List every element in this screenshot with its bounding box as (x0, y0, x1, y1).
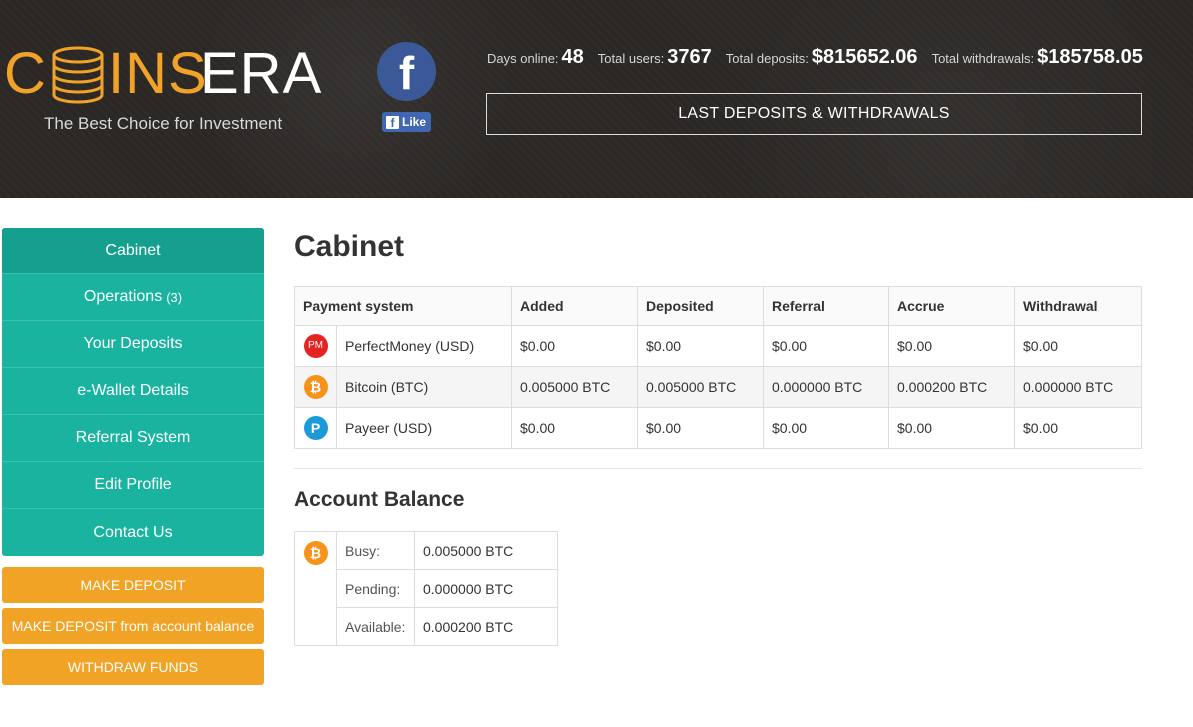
table-row: PM PerfectMoney (USD) $0.00 $0.00 $0.00 … (294, 325, 1142, 367)
last-deposits-withdrawals-button[interactable]: LAST DEPOSITS & WITHDRAWALS (486, 93, 1142, 135)
stat-value: $815652.06 (811, 46, 918, 68)
deposited-value: $0.00 (637, 407, 764, 449)
stat-label: Days online: (487, 51, 559, 66)
referral-value: $0.00 (763, 407, 889, 449)
logo-letter-c: C (4, 41, 47, 106)
sidebar-item-contact-us[interactable]: Contact Us (2, 509, 264, 556)
deposited-value: 0.005000 BTC (637, 366, 764, 408)
stat-value: $185758.05 (1037, 46, 1143, 68)
column-header-accrue: Accrue (888, 286, 1015, 326)
stat-label: Total users: (597, 51, 665, 66)
payeer-icon: P (303, 416, 328, 440)
facebook-icon[interactable]: f (377, 42, 436, 101)
stat-label: Total withdrawals: (931, 51, 1035, 66)
balance-icon-cell: ₿ (294, 531, 337, 646)
facebook-like-button[interactable]: f Like (382, 112, 431, 132)
sidebar-item-label: Operations (83, 288, 163, 305)
site-tagline: The Best Choice for Investment (44, 114, 283, 133)
referral-value: 0.000000 BTC (763, 366, 889, 408)
facebook-logo-icon: f (386, 115, 399, 130)
bitcoin-icon: ₿ (303, 541, 328, 565)
column-header-deposited: Deposited (637, 286, 764, 326)
accrue-value: 0.000200 BTC (888, 366, 1015, 408)
sidebar-item-label: Edit Profile (94, 476, 172, 493)
sidebar-item-label: e-Wallet Details (77, 382, 189, 399)
pending-label: Pending: (336, 569, 415, 608)
payment-icon-cell: ₿ (294, 366, 337, 408)
sidebar-item-label: Contact Us (93, 523, 173, 541)
account-balance-title: Account Balance (294, 488, 465, 511)
stat-label: Total deposits: (725, 51, 809, 66)
withdrawal-value: $0.00 (1014, 325, 1142, 367)
referral-value: $0.00 (763, 325, 889, 367)
stat-total-withdrawals: Total withdrawals: $185758.05 (932, 46, 1143, 69)
payment-icon-cell: PM (294, 325, 337, 367)
coinsera-logo[interactable]: C INS ERA (4, 41, 321, 106)
accrue-value: $0.00 (888, 325, 1015, 367)
stat-value: 3767 (667, 46, 712, 68)
site-header: C INS ERA The Best Choice for Investment… (0, 0, 1193, 198)
sidebar-item-label: Cabinet (105, 241, 161, 259)
sidebar-item-label: Your Deposits (83, 335, 183, 352)
operations-count-badge: (3) (166, 289, 183, 305)
payment-system-name: Bitcoin (BTC) (336, 366, 512, 408)
stat-days-online: Days online: 48 (487, 46, 584, 69)
table-row: ₿ Bitcoin (BTC) 0.005000 BTC 0.005000 BT… (294, 366, 1142, 408)
stat-value: 48 (561, 46, 584, 68)
sidebar-item-edit-profile[interactable]: Edit Profile (2, 462, 264, 509)
make-deposit-from-balance-button[interactable]: MAKE DEPOSIT from account balance (2, 608, 264, 644)
table-header-row: Payment system Added Deposited Referral … (294, 286, 1142, 326)
sidebar-item-cabinet[interactable]: Cabinet (2, 228, 264, 274)
sidebar: Cabinet Operations (3) Your Deposits e-W… (2, 228, 264, 685)
accrue-value: $0.00 (888, 407, 1015, 449)
balance-row-busy: ₿ Busy: 0.005000 BTC (294, 531, 558, 646)
like-label: Like (402, 115, 427, 129)
stat-total-deposits: Total deposits: $815652.06 (726, 46, 918, 69)
coin-stack-icon (52, 46, 104, 104)
added-value: $0.00 (511, 325, 638, 367)
available-label: Available: (336, 607, 415, 646)
busy-label: Busy: (336, 531, 415, 570)
site-stats: Days online: 48 Total users: 3767 Total … (487, 46, 1143, 69)
pending-value: 0.000000 BTC (414, 569, 558, 608)
sidebar-item-operations[interactable]: Operations (3) (2, 274, 264, 321)
page-title: Cabinet (294, 230, 405, 263)
perfectmoney-icon: PM (303, 334, 328, 358)
sidebar-item-your-deposits[interactable]: Your Deposits (2, 321, 264, 368)
sidebar-item-ewallet-details[interactable]: e-Wallet Details (2, 368, 264, 415)
deposited-value: $0.00 (637, 325, 764, 367)
bitcoin-icon: ₿ (303, 375, 328, 399)
logo-letters-era: ERA (200, 41, 323, 106)
withdrawal-value: 0.000000 BTC (1014, 366, 1142, 408)
column-header-referral: Referral (763, 286, 889, 326)
section-divider (294, 468, 1142, 469)
column-header-payment-system: Payment system (294, 286, 512, 326)
account-balance-table: ₿ Busy: 0.005000 BTC Pending: 0.000000 B… (294, 531, 558, 646)
make-deposit-button[interactable]: MAKE DEPOSIT (2, 567, 264, 603)
column-header-withdrawal: Withdrawal (1014, 286, 1142, 326)
payment-system-name: Payeer (USD) (336, 407, 512, 449)
available-value: 0.000200 BTC (414, 607, 558, 646)
busy-value: 0.005000 BTC (414, 531, 558, 570)
sidebar-item-label: Referral System (75, 429, 191, 446)
withdrawal-value: $0.00 (1014, 407, 1142, 449)
added-value: $0.00 (511, 407, 638, 449)
payment-icon-cell: P (294, 407, 337, 449)
logo-letters-ins: INS (108, 41, 208, 106)
withdraw-funds-button[interactable]: WITHDRAW FUNDS (2, 649, 264, 685)
added-value: 0.005000 BTC (511, 366, 638, 408)
table-row: P Payeer (USD) $0.00 $0.00 $0.00 $0.00 $… (294, 407, 1142, 449)
sidebar-menu: Cabinet Operations (3) Your Deposits e-W… (2, 228, 264, 556)
payment-systems-table: Payment system Added Deposited Referral … (294, 286, 1142, 449)
payment-system-name: PerfectMoney (USD) (336, 325, 512, 367)
column-header-added: Added (511, 286, 638, 326)
stat-total-users: Total users: 3767 (598, 46, 712, 69)
sidebar-item-referral-system[interactable]: Referral System (2, 415, 264, 462)
